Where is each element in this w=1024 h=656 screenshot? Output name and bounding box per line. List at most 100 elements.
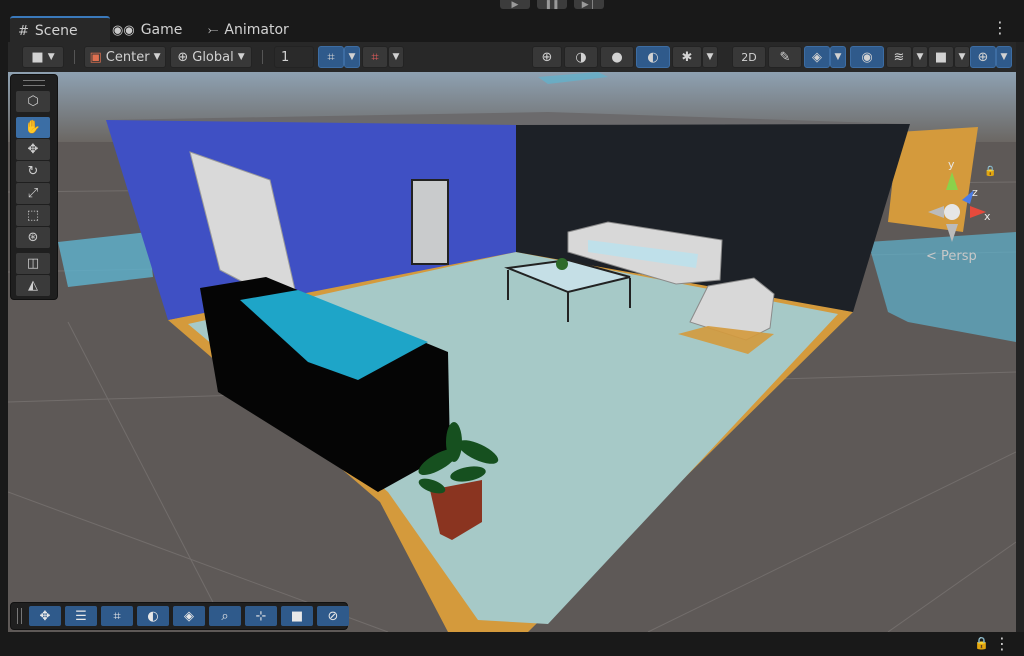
overlay-lighting-button[interactable]: ◐ bbox=[137, 606, 169, 626]
gizmo-icon: ⊕ bbox=[977, 49, 989, 65]
overlay-move-button[interactable]: ✥ bbox=[29, 606, 61, 626]
play-controls: ▶ ❚❚ ▶❘ bbox=[0, 0, 1024, 14]
animator-icon: ⤚ bbox=[208, 22, 219, 38]
layers-button[interactable]: ≋ bbox=[886, 46, 912, 68]
2d-icon: 2D bbox=[741, 50, 757, 64]
bug-icon: ✱ bbox=[681, 49, 693, 65]
small-plant bbox=[556, 258, 568, 270]
overlay-path-button[interactable]: ⊹ bbox=[245, 606, 277, 626]
grid-increment-value: 1 bbox=[281, 49, 290, 65]
gizmos-dropdown[interactable]: ▼ bbox=[996, 46, 1012, 68]
grid-snap-dropdown[interactable]: ▼ bbox=[344, 46, 360, 68]
adjacent-panel-edge bbox=[1016, 42, 1024, 632]
tab-animator[interactable]: ⤚ Animator bbox=[208, 18, 289, 42]
sliders-icon: ☰ bbox=[75, 608, 87, 624]
camera-icon: ■ bbox=[290, 608, 304, 624]
camera-mode-dropdown[interactable]: ■ ▼ bbox=[22, 46, 64, 68]
scene-toolbar: ■ ▼ ▣ Center ▼ ⊕ Global ▼ 1 ⌗ ▼ ⌗ ▼ ⊕ ◑ ●… bbox=[8, 42, 1016, 72]
scale-icon: ⤢ bbox=[27, 186, 39, 201]
lighting-icon: ✎ bbox=[779, 49, 791, 65]
component-tool-icon: ◭ bbox=[28, 278, 38, 293]
gizmo-axis-y-label: y bbox=[948, 158, 955, 171]
chevron-left-icon: < bbox=[926, 249, 937, 264]
pivot-mode-dropdown[interactable]: ▣ Center ▼ bbox=[84, 46, 166, 68]
overlay-search-button[interactable]: ⌕ bbox=[209, 606, 241, 626]
component-tool-button[interactable]: ◭ bbox=[16, 275, 50, 296]
pivot-mode-label: Center bbox=[105, 49, 150, 65]
overlay-toolbar: ✥ ☰ ⌗ ◐ ◈ ⌕ ⊹ ■ ⊘ bbox=[10, 602, 349, 630]
grid-icon: ⌗ bbox=[113, 608, 121, 624]
overlay-camera-button[interactable]: ■ bbox=[281, 606, 313, 626]
grid-increment-field[interactable]: 1 bbox=[274, 46, 314, 68]
chevron-down-icon: ▼ bbox=[1000, 52, 1008, 62]
draw-mode-lit-button[interactable]: ◐ bbox=[636, 46, 670, 68]
shaded-wire-sphere-icon: ◑ bbox=[575, 49, 587, 65]
navmesh-icon: ◈ bbox=[184, 608, 194, 624]
lock-icon[interactable]: 🔒 bbox=[984, 166, 996, 177]
overlay-navmesh-button[interactable]: ◈ bbox=[173, 606, 205, 626]
custom-tool-button[interactable]: ◫ bbox=[16, 253, 50, 274]
gamepad-icon: ◉◉ bbox=[112, 22, 135, 38]
increment-snap-button[interactable]: ⌗ bbox=[362, 46, 388, 68]
chevron-down-icon: ▼ bbox=[834, 52, 842, 62]
drag-handle-icon[interactable] bbox=[23, 80, 45, 86]
more-options-icon[interactable]: ⋮ bbox=[994, 634, 1010, 653]
rect-icon: ⬚ bbox=[26, 208, 40, 223]
draw-mode-shaded-wire-button[interactable]: ◑ bbox=[564, 46, 598, 68]
chevron-down-icon: ▼ bbox=[958, 52, 966, 62]
scale-tool-button[interactable]: ⤢ bbox=[16, 183, 50, 204]
layers-dropdown[interactable]: ▼ bbox=[912, 46, 928, 68]
gizmo-axis-z-label: z bbox=[972, 186, 978, 199]
debug-draw-button[interactable]: ✱ bbox=[672, 46, 702, 68]
cube-icon: ⬡ bbox=[27, 94, 39, 109]
draw-mode-wireframe-button[interactable]: ⊕ bbox=[532, 46, 562, 68]
rect-tool-button[interactable]: ⬚ bbox=[16, 205, 50, 226]
pause-button[interactable]: ❚❚ bbox=[537, 0, 567, 10]
debug-draw-dropdown[interactable]: ▼ bbox=[702, 46, 718, 68]
scene-camera-dropdown[interactable]: ▼ bbox=[954, 46, 970, 68]
projection-toggle[interactable]: < Persp bbox=[926, 249, 977, 264]
chevron-down-icon: ▼ bbox=[237, 52, 245, 62]
more-options-icon[interactable]: ⋮ bbox=[992, 18, 1008, 37]
toggle-2d-button[interactable]: 2D bbox=[732, 46, 766, 68]
view-tool-cube-button[interactable]: ⬡ bbox=[16, 91, 50, 112]
step-button[interactable]: ▶❘ bbox=[574, 0, 604, 10]
chevron-down-icon: ▼ bbox=[706, 52, 714, 62]
move-tool-button[interactable]: ✥ bbox=[16, 139, 50, 160]
chevron-down-icon: ▼ bbox=[153, 52, 161, 62]
increment-snap-dropdown[interactable]: ▼ bbox=[388, 46, 404, 68]
transform-tool-button[interactable]: ⊛ bbox=[16, 227, 50, 248]
tab-game[interactable]: ◉◉ Game bbox=[112, 18, 182, 42]
layers-fx-icon: ◈ bbox=[812, 49, 822, 65]
increment-snap-icon: ⌗ bbox=[371, 49, 379, 65]
door bbox=[411, 179, 449, 265]
hand-tool-button[interactable]: ✋ bbox=[16, 117, 50, 138]
drag-handle-icon[interactable] bbox=[17, 608, 22, 624]
scene-camera-button[interactable]: ■ bbox=[928, 46, 954, 68]
wireframe-sphere-icon: ⊕ bbox=[541, 49, 553, 65]
draw-mode-shaded-button[interactable]: ● bbox=[600, 46, 634, 68]
overlay-settings-button[interactable]: ☰ bbox=[65, 606, 97, 626]
lock-icon[interactable]: 🔒 bbox=[974, 636, 989, 650]
gizmos-button[interactable]: ⊕ bbox=[970, 46, 996, 68]
pivot-rotation-dropdown[interactable]: ⊕ Global ▼ bbox=[170, 46, 252, 68]
fx-toggle-button[interactable]: ◈ bbox=[804, 46, 830, 68]
scene-visibility-button[interactable]: ◉ bbox=[850, 46, 884, 68]
grid-snap-icon: ⌗ bbox=[327, 49, 335, 65]
compass-icon: ⊘ bbox=[327, 608, 339, 624]
fx-toggle-dropdown[interactable]: ▼ bbox=[830, 46, 846, 68]
play-button[interactable]: ▶ bbox=[500, 0, 530, 10]
rotate-tool-button[interactable]: ↻ bbox=[16, 161, 50, 182]
tab-strip: # Scene ◉◉ Game ⤚ Animator ⋮ bbox=[0, 14, 1024, 44]
scene-viewport[interactable]: y z x 🔒 bbox=[8, 72, 1016, 632]
overlay-grid-button[interactable]: ⌗ bbox=[101, 606, 133, 626]
scene-render bbox=[8, 72, 1016, 632]
chevron-down-icon: ▼ bbox=[348, 52, 356, 62]
grid-snap-button[interactable]: ⌗ bbox=[318, 46, 344, 68]
overlay-compass-button[interactable]: ⊘ bbox=[317, 606, 349, 626]
tab-scene[interactable]: # Scene bbox=[10, 16, 110, 44]
chevron-down-icon: ▼ bbox=[916, 52, 924, 62]
shaded-sphere-icon: ● bbox=[611, 49, 623, 65]
lighting-icon: ◐ bbox=[147, 608, 159, 624]
toggle-lighting-button[interactable]: ✎ bbox=[768, 46, 802, 68]
